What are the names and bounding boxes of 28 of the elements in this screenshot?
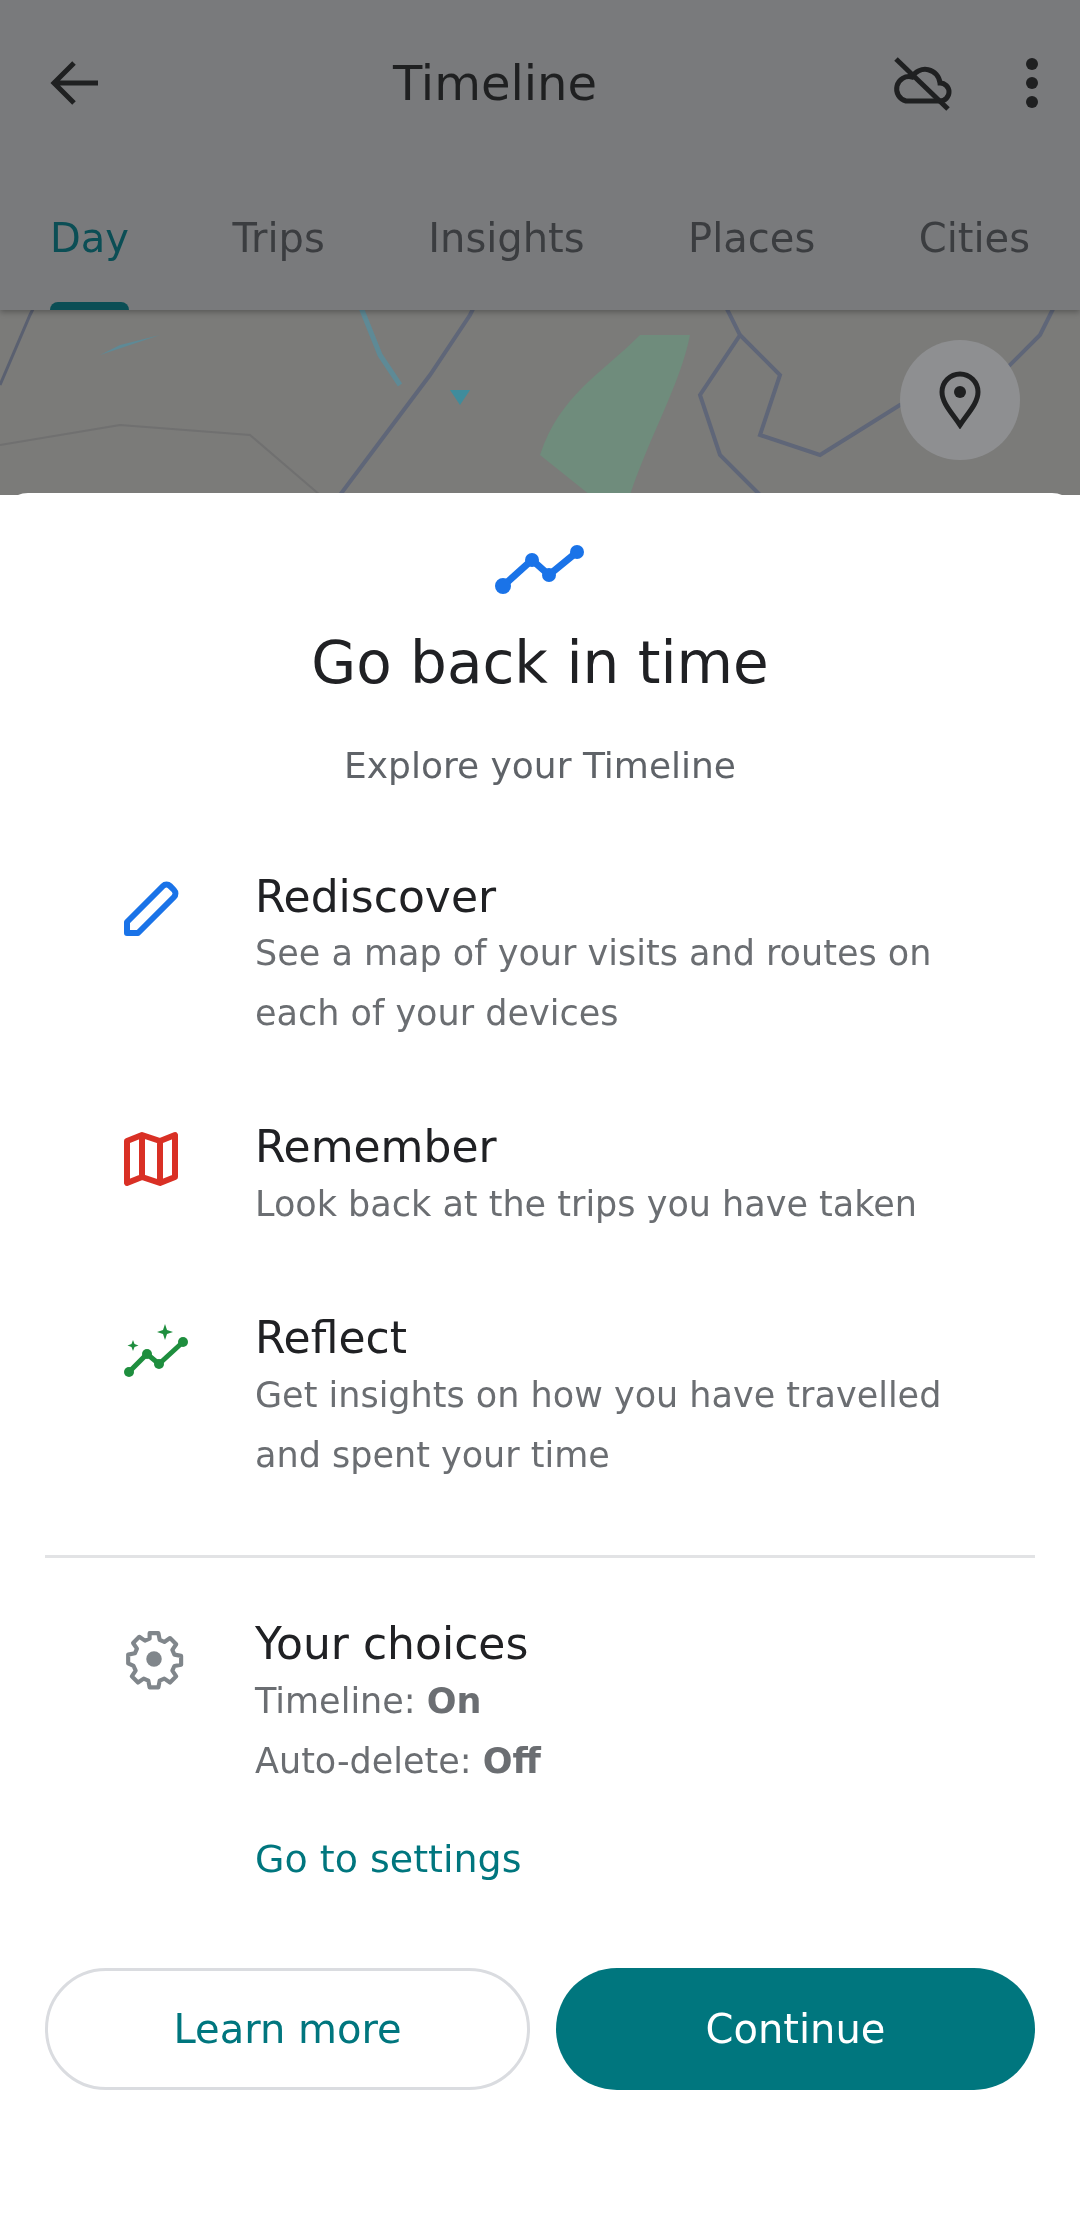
tab[interactable]: Insights <box>398 165 615 310</box>
folded-map-icon <box>123 1131 179 1188</box>
feature-title: Remember <box>255 1121 498 1175</box>
setting-status: Timeline: On <box>255 1679 483 1723</box>
sheet-subtitle: Explore your Timeline <box>344 743 736 788</box>
tab[interactable]: Day <box>20 165 159 310</box>
sheet-title: Go back in time <box>311 629 769 699</box>
pencil-icon <box>123 880 179 937</box>
setting-status: Auto-delete: Off <box>255 1739 541 1783</box>
continue-button[interactable]: Continue <box>556 1967 1035 2090</box>
settings-link[interactable]: Go to settings <box>255 1830 522 1888</box>
feature-title: Reflect <box>255 1312 408 1365</box>
tab[interactable]: Cities <box>888 165 1060 310</box>
sparkle-trend-icon <box>123 1322 191 1379</box>
choices-title: Your choices <box>255 1618 530 1671</box>
learn-more-button[interactable]: Learn more <box>45 1967 530 2090</box>
more-options-icon[interactable] <box>1024 56 1040 109</box>
tab[interactable]: Trips <box>202 165 355 310</box>
settings-icon <box>123 1628 185 1690</box>
trend-line-icon <box>494 543 586 595</box>
back-icon[interactable] <box>50 59 100 106</box>
feature-description: Get insights on how you have travelled and spent your time <box>255 1374 943 1477</box>
feature-title: Rediscover <box>255 870 498 924</box>
feature-description: Look back at the trips you have taken <box>255 1183 919 1227</box>
feature-description: See a map of your visits and routes on each of your devices <box>255 932 933 1036</box>
tab[interactable]: Places <box>658 165 846 310</box>
screen-title: Timeline <box>392 54 598 111</box>
location-pin-icon <box>938 371 982 429</box>
